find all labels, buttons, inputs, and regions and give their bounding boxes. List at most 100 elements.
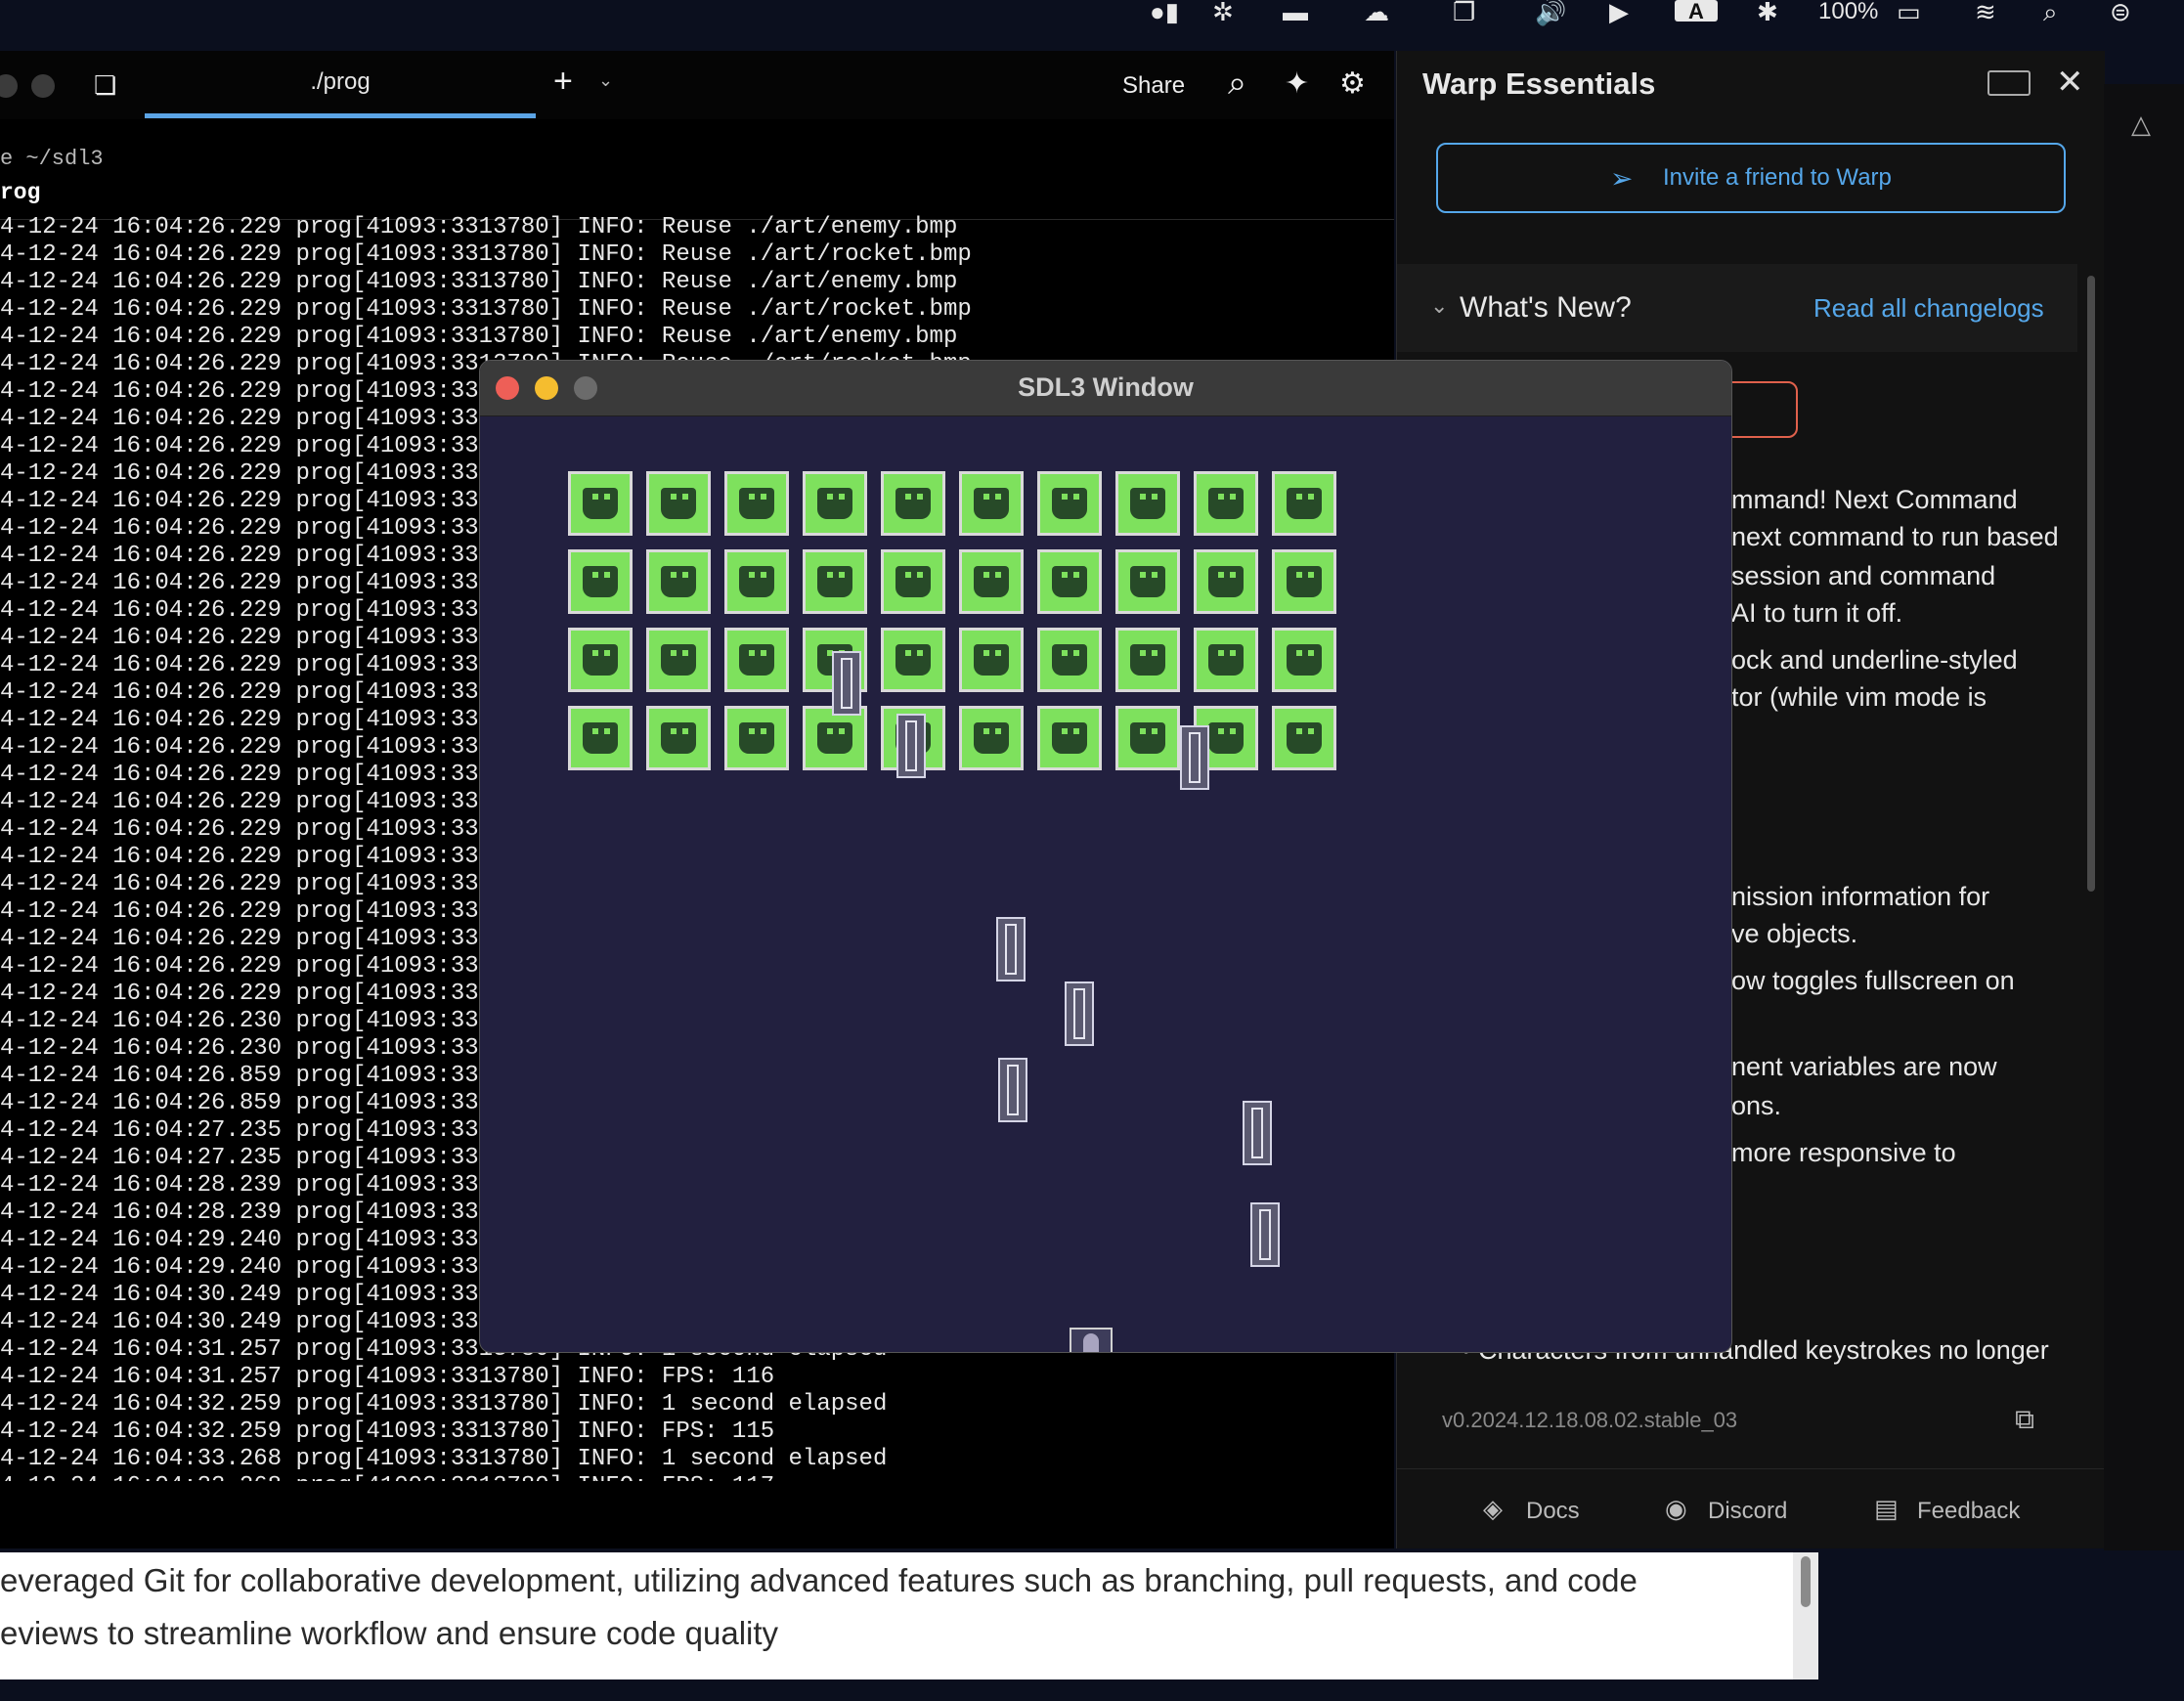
changelog-line: ock and underline-styled [1731, 645, 2018, 675]
log-line: 4-12-24 16:04:26.229 prog[41093:331 [0, 762, 494, 788]
copy-icon[interactable]: ⧉ [2015, 1404, 2034, 1436]
rocket-projectile [1180, 725, 1209, 790]
tab-title[interactable]: ./prog [145, 68, 536, 96]
changelog-line: ow toggles fullscreen on [1731, 966, 2015, 995]
whats-new-header[interactable]: ⌄ What's New? Read all changelogs [1397, 264, 2077, 352]
active-tab-indicator [145, 113, 536, 118]
enemy-sprite [1272, 549, 1336, 614]
enemy-sprite [1115, 706, 1180, 770]
enemy-sprite [646, 628, 711, 692]
log-line: 4-12-24 16:04:26.230 prog[41093:331 [0, 1008, 494, 1034]
document-scroll-thumb[interactable] [1801, 1556, 1811, 1607]
log-line: 4-12-24 16:04:32.259 prog[41093:3313780]… [0, 1391, 888, 1418]
sdl-title-bar[interactable]: SDL3 Window [480, 361, 1731, 416]
invite-friend-button[interactable]: ➢ Invite a friend to Warp [1436, 143, 2066, 213]
enemy-sprite [1194, 471, 1258, 536]
enemy-sprite [568, 471, 633, 536]
log-line: 4-12-24 16:04:26.229 prog[41093:331 [0, 543, 494, 569]
battery-icon[interactable]: ▭ [1897, 0, 1921, 24]
game-playfield [480, 416, 1731, 1352]
wifi-icon[interactable]: ≋ [1975, 0, 1996, 24]
log-line: 4-12-24 16:04:26.229 prog[41093:331 [0, 789, 494, 815]
enemy-sprite [959, 628, 1024, 692]
player-ship [1070, 1328, 1113, 1352]
keyboard-icon[interactable] [1987, 70, 2031, 96]
log-line: 4-12-24 16:04:26.229 prog[41093:331 [0, 981, 494, 1007]
search-icon[interactable]: ⌕ [1228, 65, 1246, 103]
panel-scroll-thumb[interactable] [2087, 276, 2095, 892]
enemy-sprite [803, 471, 867, 536]
log-line: 4-12-24 16:04:28.239 prog[41093:331 [0, 1172, 494, 1199]
control-center-icon[interactable]: ⊜ [2110, 0, 2131, 24]
log-line: 4-12-24 16:04:26.229 prog[41093:331 [0, 433, 494, 459]
share-button[interactable]: Share [1122, 72, 1185, 100]
document-line: eviews to streamline workflow and ensure… [0, 1615, 779, 1651]
docs-link[interactable]: Docs [1526, 1498, 1580, 1525]
send-icon: ➢ [1610, 163, 1634, 194]
feedback-link[interactable]: Feedback [1917, 1498, 2020, 1525]
new-tab-icon[interactable]: + [553, 63, 573, 101]
background-document: everaged Git for collaborative developme… [0, 1552, 1793, 1679]
status-icon[interactable]: ●▮ [1150, 0, 1179, 24]
discord-icon: ◉ [1665, 1494, 1687, 1523]
log-line: 4-12-24 16:04:26.229 prog[41093:331 [0, 515, 494, 542]
whats-new-title: What's New? [1460, 291, 1632, 324]
rocket-projectile [1065, 981, 1094, 1046]
play-icon[interactable]: ▶ [1609, 0, 1629, 24]
invite-label: Invite a friend to Warp [1663, 164, 1892, 191]
log-line: 4-12-24 16:04:26.229 prog[41093:331 [0, 570, 494, 596]
document-line: everaged Git for collaborative developme… [0, 1562, 1638, 1598]
log-line: 4-12-24 16:04:26.229 prog[41093:331 [0, 926, 494, 952]
window-minimize-button[interactable] [31, 74, 55, 98]
close-icon[interactable]: ✕ [2056, 63, 2084, 102]
sidebar-toggle-icon[interactable]: ❏ [94, 70, 116, 101]
changelog-line: session and command [1731, 561, 1996, 590]
log-line: 4-12-24 16:04:26.229 prog[41093:3313780]… [0, 324, 958, 350]
ai-sparkle-icon[interactable]: ✦ [1285, 66, 1309, 101]
changelog-line: tor (while vim mode is [1731, 682, 1987, 712]
cloud-icon[interactable]: ☁ [1364, 0, 1389, 24]
network-icon[interactable]: ✲ [1212, 0, 1234, 24]
log-line: 4-12-24 16:04:26.229 prog[41093:331 [0, 871, 494, 897]
log-line: 4-12-24 16:04:26.229 prog[41093:331 [0, 378, 494, 405]
enemy-sprite [1194, 628, 1258, 692]
log-line: 4-12-24 16:04:28.239 prog[41093:331 [0, 1199, 494, 1226]
sdl-game-window[interactable]: SDL3 Window [479, 360, 1732, 1353]
enemy-sprite [1115, 549, 1180, 614]
enemy-sprite [1115, 628, 1180, 692]
changelog-line: nission information for [1731, 882, 1990, 911]
enemy-sprite [881, 628, 945, 692]
discord-link[interactable]: Discord [1708, 1498, 1787, 1525]
app-icon[interactable]: ▬ [1283, 0, 1308, 24]
log-line: 4-12-24 16:04:26.229 prog[41093:331 [0, 898, 494, 925]
rocket-projectile [896, 714, 926, 778]
rocket-projectile [832, 651, 861, 716]
enemy-sprite [646, 471, 711, 536]
window-icon[interactable]: ❐ [1453, 0, 1475, 24]
rocket-projectile [996, 917, 1026, 981]
chevron-down-icon[interactable]: ⌄ [598, 70, 613, 91]
log-line: 4-12-24 16:04:26.229 prog[41093:331 [0, 734, 494, 761]
search-icon[interactable]: ⌕ [2043, 0, 2058, 24]
log-line: 4-12-24 16:04:26.229 prog[41093:331 [0, 406, 494, 432]
volume-icon[interactable]: 🔊 [1535, 0, 1566, 24]
enemy-sprite [1272, 628, 1336, 692]
log-line: 4-12-24 16:04:26.229 prog[41093:3313780]… [0, 269, 958, 295]
log-line: 4-12-24 16:04:33.268 prog[41093:3313780]… [0, 1473, 774, 1481]
window-close-button[interactable] [0, 74, 18, 98]
log-line: 4-12-24 16:04:32.259 prog[41093:3313780]… [0, 1418, 775, 1445]
menu-bar: ●▮ ✲ ▬ ☁ ❐ 🔊 ▶ A ✱ 100% ▭ ≋ ⌕ ⊜ [0, 0, 2184, 33]
changelog-line: AI to turn it off. [1731, 598, 1903, 628]
log-line: 4-12-24 16:04:26.230 prog[41093:331 [0, 1035, 494, 1062]
enemy-sprite [881, 471, 945, 536]
read-all-changelogs-link[interactable]: Read all changelogs [1813, 293, 2044, 324]
sidebar-triangle-icon[interactable]: △ [2131, 109, 2151, 140]
bluetooth-icon[interactable]: ✱ [1757, 0, 1778, 24]
enemy-sprite [724, 471, 789, 536]
log-line: 4-12-24 16:04:26.229 prog[41093:3313780]… [0, 214, 958, 240]
rocket-projectile [1250, 1202, 1280, 1267]
log-line: 4-12-24 16:04:26.229 prog[41093:331 [0, 488, 494, 514]
settings-gear-icon[interactable]: ⚙ [1339, 66, 1366, 101]
log-line: 4-12-24 16:04:30.249 prog[41093:331 [0, 1309, 494, 1335]
input-source-badge[interactable]: A [1675, 0, 1718, 23]
